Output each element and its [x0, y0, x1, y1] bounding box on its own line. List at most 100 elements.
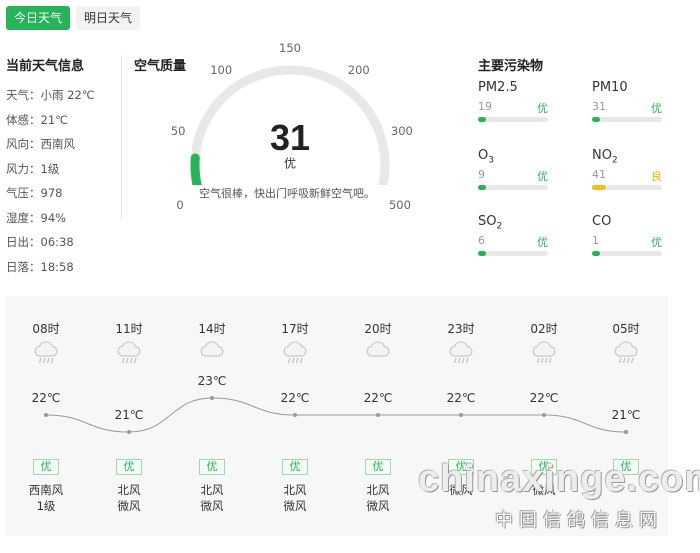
hour-wind: 北风 微风	[284, 482, 307, 514]
hour-time: 17时	[281, 322, 309, 336]
sunset-row: 日落：18:58	[6, 259, 74, 274]
pollutants-title: 主要污染物	[478, 59, 544, 74]
weather-row: 天气：小雨 22℃	[6, 88, 95, 102]
rain-cloud-icon	[530, 340, 558, 370]
hour-time: 08时	[32, 322, 60, 336]
hour-time: 05时	[612, 322, 640, 336]
current-weather-title: 当前天气信息	[6, 59, 85, 74]
hour-time: 11时	[115, 322, 143, 336]
hour-time: 02时	[530, 322, 558, 336]
pollutant-item: CO 1 优	[592, 214, 662, 256]
hour-air-quality-badge: 优	[116, 459, 142, 475]
hour-wind-level: 微风	[117, 499, 141, 513]
cloud-icon	[198, 340, 226, 370]
hour-wind: 北风 微风	[201, 482, 224, 514]
pollutant-bar	[478, 185, 548, 190]
pollutant-value: 19	[478, 100, 492, 113]
rain-cloud-icon	[447, 340, 475, 370]
pollutant-item: PM10 31 优	[592, 80, 662, 122]
pollutant-bar	[592, 185, 662, 190]
aqi-scale-tick: 200	[347, 63, 370, 78]
pollutant-value: 31	[592, 100, 606, 113]
hour-temperature: 21℃	[611, 408, 641, 422]
tab-tomorrow-weather[interactable]: 明日天气	[76, 6, 141, 30]
temperature-point	[210, 396, 214, 400]
hour-time: 14时	[198, 322, 226, 336]
pollutant-bar-fill	[592, 251, 601, 256]
rain-cloud-icon	[32, 340, 60, 370]
watermark-domain: chinaxinge.com	[418, 458, 700, 500]
temperature-point	[624, 430, 628, 434]
hour-wind-direction: 北风	[283, 483, 307, 497]
humidity-row: 湿度：94%	[6, 210, 67, 225]
feels-like-row: 体感：21℃	[6, 112, 69, 127]
aqi-scale-tick: 100	[210, 63, 233, 78]
hour-air-quality-badge: 优	[282, 459, 308, 475]
pollutant-bar-fill	[592, 117, 601, 122]
pollutant-level: 良	[651, 170, 662, 183]
hour-temperature: 23℃	[197, 374, 227, 388]
pollutant-level: 优	[651, 236, 662, 249]
rain-cloud-icon	[281, 340, 309, 370]
hour-wind-direction: 北风	[366, 483, 390, 497]
watermark-site-name: 中国信鸽信息网	[495, 510, 663, 531]
hour-air-quality-badge: 优	[365, 459, 391, 475]
pollutant-bar-fill	[478, 251, 487, 256]
aqi-scale-tick: 150	[279, 41, 301, 55]
hour-wind-direction: 西南风	[28, 483, 64, 497]
air-quality-title: 空气质量	[134, 59, 187, 74]
pollutant-bar	[592, 251, 662, 256]
pollutant-value: 41	[592, 168, 606, 181]
hour-air-quality-badge: 优	[33, 459, 59, 475]
hour-wind: 北风 微风	[367, 482, 390, 514]
temperature-point	[293, 413, 297, 417]
hour-temperature: 22℃	[31, 391, 61, 405]
pollutant-name: SO2	[478, 214, 503, 232]
pollutant-value: 1	[592, 234, 599, 247]
hour-wind: 北风 微风	[118, 482, 141, 514]
pollutant-bar-fill	[478, 117, 487, 122]
temperature-point	[127, 430, 131, 434]
hour-temperature: 22℃	[363, 391, 393, 405]
pollutant-item: SO2 6 优	[478, 214, 548, 256]
pollutant-value: 9	[478, 168, 485, 181]
tab-today-weather[interactable]: 今日天气	[6, 6, 71, 30]
hour-time: 20时	[364, 322, 392, 336]
pollutant-item: PM2.5 19 优	[478, 80, 548, 122]
temperature-point	[459, 413, 463, 417]
aqi-scale-tick: 500	[388, 198, 411, 213]
pollutant-bar	[592, 117, 662, 122]
pollutant-name: PM10	[592, 80, 628, 95]
aqi-description: 空气很棒，快出门呼吸新鲜空气吧。	[199, 187, 375, 200]
hour-temperature: 21℃	[114, 408, 144, 422]
pollutant-value: 6	[478, 234, 485, 247]
wind-direction-row: 风向：西南风	[6, 137, 75, 151]
pollutant-level: 优	[537, 102, 548, 115]
pollutant-item: O3 9 优	[478, 148, 548, 190]
weather-tabs: 今日天气 明日天气	[6, 6, 141, 30]
hour-air-quality-badge: 优	[199, 459, 225, 475]
temperature-point	[542, 413, 546, 417]
pressure-row: 气压：978	[6, 186, 63, 200]
hour-temperature: 22℃	[529, 391, 559, 405]
hour-wind-level: 微风	[283, 499, 307, 513]
pollutant-bar	[478, 117, 548, 122]
sunrise-row: 日出：06:38	[6, 235, 74, 249]
pollutant-level: 优	[537, 236, 548, 249]
cloud-icon	[364, 340, 392, 370]
aqi-scale-tick: 50	[170, 123, 186, 138]
aqi-value: 31	[269, 117, 311, 158]
hour-time: 23时	[447, 322, 475, 336]
hour-wind-direction: 北风	[200, 483, 224, 497]
hour-temperature: 22℃	[446, 391, 476, 405]
aqi-level: 优	[283, 156, 297, 171]
hour-wind-level: 1级	[36, 499, 56, 513]
pollutant-level: 优	[537, 170, 548, 183]
pollutant-bar-fill	[592, 185, 606, 190]
pollutant-name: NO2	[592, 148, 618, 166]
temperature-point	[44, 413, 48, 417]
pollutant-bar	[478, 251, 548, 256]
hour-wind-direction: 北风	[117, 483, 141, 497]
temperature-point	[376, 413, 380, 417]
divider	[121, 55, 122, 220]
